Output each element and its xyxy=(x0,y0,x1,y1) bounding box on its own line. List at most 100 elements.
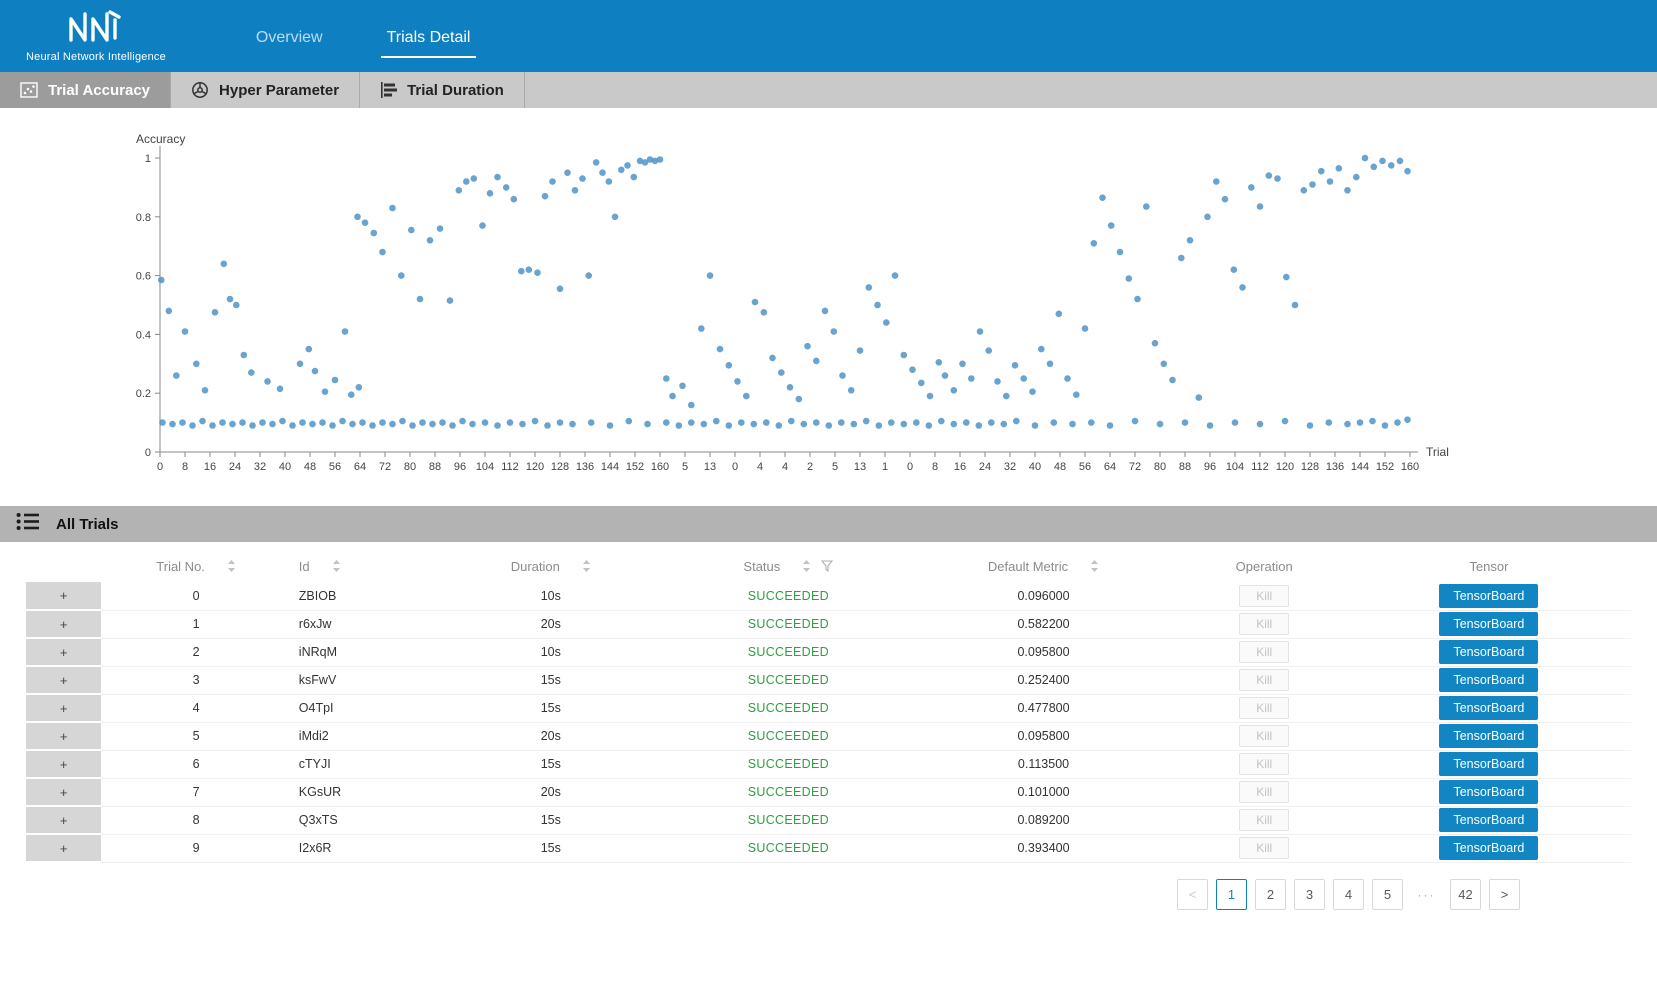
page-button-3[interactable]: 3 xyxy=(1294,879,1325,910)
expand-row-button[interactable]: + xyxy=(27,668,100,692)
trial-no-cell: 7 xyxy=(101,778,290,806)
svg-text:64: 64 xyxy=(354,461,366,473)
expand-cell: + xyxy=(26,694,101,722)
operation-cell: Kill xyxy=(1182,610,1347,638)
expand-row-button[interactable]: + xyxy=(27,808,100,832)
expand-cell: + xyxy=(26,582,101,610)
next-page-button[interactable]: > xyxy=(1489,879,1520,910)
page-button-1[interactable]: 1 xyxy=(1216,879,1247,910)
tensorboard-button[interactable]: TensorBoard xyxy=(1439,836,1538,860)
table-row: +2iNRqM10sSUCCEEDED0.095800KillTensorBoa… xyxy=(26,638,1631,666)
trial-id-cell: ZBIOB xyxy=(291,582,431,610)
main-nav: Overview Trials Detail xyxy=(250,0,477,72)
kill-button[interactable]: Kill xyxy=(1239,613,1289,635)
expand-row-button[interactable]: + xyxy=(27,640,100,664)
column-header-duration[interactable]: Duration xyxy=(430,550,671,582)
trial-id-cell: ksFwV xyxy=(291,666,431,694)
expand-row-button[interactable]: + xyxy=(27,780,100,804)
nni-trials-detail-page: { "header": { "logo_title": "Neural Netw… xyxy=(0,0,1657,984)
status-cell: SUCCEEDED xyxy=(671,666,905,694)
svg-text:13: 13 xyxy=(854,461,866,473)
svg-text:104: 104 xyxy=(476,461,494,473)
expand-cell: + xyxy=(26,722,101,750)
tensor-cell: TensorBoard xyxy=(1347,806,1631,834)
default-metric-cell: 0.089200 xyxy=(906,806,1182,834)
kill-button[interactable]: Kill xyxy=(1239,837,1289,859)
kill-button[interactable]: Kill xyxy=(1239,585,1289,607)
table-header-row: Trial No.IdDurationStatusDefault MetricO… xyxy=(26,550,1631,582)
svg-text:0.2: 0.2 xyxy=(136,388,151,400)
nav-item-overview[interactable]: Overview xyxy=(250,21,329,58)
kill-button[interactable]: Kill xyxy=(1239,753,1289,775)
table-row: +8Q3xTS15sSUCCEEDED0.089200KillTensorBoa… xyxy=(26,806,1631,834)
tensorboard-button[interactable]: TensorBoard xyxy=(1439,780,1538,804)
trial-id-cell: KGsUR xyxy=(291,778,431,806)
svg-text:144: 144 xyxy=(601,461,619,473)
sort-icon[interactable] xyxy=(582,559,591,573)
table-row: +1r6xJw20sSUCCEEDED0.582200KillTensorBoa… xyxy=(26,610,1631,638)
tensorboard-button[interactable]: TensorBoard xyxy=(1439,584,1538,608)
trial-no-cell: 8 xyxy=(101,806,290,834)
nav-item-trials-detail[interactable]: Trials Detail xyxy=(381,21,477,58)
svg-text:160: 160 xyxy=(651,461,669,473)
kill-button[interactable]: Kill xyxy=(1239,641,1289,663)
tensorboard-button[interactable]: TensorBoard xyxy=(1439,696,1538,720)
tensor-cell: TensorBoard xyxy=(1347,582,1631,610)
expand-cell: + xyxy=(26,778,101,806)
expand-row-button[interactable]: + xyxy=(27,752,100,776)
expand-row-button[interactable]: + xyxy=(27,696,100,720)
filter-icon[interactable] xyxy=(821,560,833,572)
default-metric-cell: 0.096000 xyxy=(906,582,1182,610)
accuracy-chart-section: AccuracyTrial00.20.40.60.810816243240485… xyxy=(0,108,1657,486)
tab-label: Hyper Parameter xyxy=(219,82,339,99)
operation-cell: Kill xyxy=(1182,666,1347,694)
table-row: +0ZBIOB10sSUCCEEDED0.096000KillTensorBoa… xyxy=(26,582,1631,610)
page-button-4[interactable]: 4 xyxy=(1333,879,1364,910)
expand-row-button[interactable]: + xyxy=(27,612,100,636)
svg-text:24: 24 xyxy=(229,461,241,473)
kill-button[interactable]: Kill xyxy=(1239,781,1289,803)
expand-row-button[interactable]: + xyxy=(27,836,100,860)
sort-icon[interactable] xyxy=(1090,559,1099,573)
kill-button[interactable]: Kill xyxy=(1239,669,1289,691)
kill-button[interactable]: Kill xyxy=(1239,697,1289,719)
svg-text:1: 1 xyxy=(882,461,888,473)
expand-row-button[interactable]: + xyxy=(27,724,100,748)
kill-button[interactable]: Kill xyxy=(1239,809,1289,831)
expand-row-button[interactable]: + xyxy=(27,583,100,608)
tensorboard-button[interactable]: TensorBoard xyxy=(1439,640,1538,664)
sort-icon[interactable] xyxy=(802,559,811,573)
svg-text:104: 104 xyxy=(1226,461,1244,473)
tab-trial-accuracy[interactable]: Trial Accuracy xyxy=(0,72,171,108)
column-header-status[interactable]: Status xyxy=(671,550,905,582)
status-cell: SUCCEEDED xyxy=(671,778,905,806)
kill-button[interactable]: Kill xyxy=(1239,725,1289,747)
column-header-operation: Operation xyxy=(1182,550,1347,582)
column-header-default-metric[interactable]: Default Metric xyxy=(906,550,1182,582)
nni-logo-block: Neural Network Intelligence xyxy=(26,9,166,63)
trial-no-cell: 6 xyxy=(101,750,290,778)
column-header-trial-no-[interactable]: Trial No. xyxy=(101,550,290,582)
tensorboard-button[interactable]: TensorBoard xyxy=(1439,752,1538,776)
page-ellipsis[interactable]: ··· xyxy=(1411,888,1442,902)
prev-page-button[interactable]: < xyxy=(1177,879,1208,910)
tensorboard-button[interactable]: TensorBoard xyxy=(1439,808,1538,832)
tensorboard-button[interactable]: TensorBoard xyxy=(1439,668,1538,692)
page-button-2[interactable]: 2 xyxy=(1255,879,1286,910)
page-button-5[interactable]: 5 xyxy=(1372,879,1403,910)
column-header-id[interactable]: Id xyxy=(291,550,431,582)
tensorboard-button[interactable]: TensorBoard xyxy=(1439,612,1538,636)
operation-cell: Kill xyxy=(1182,750,1347,778)
expand-cell: + xyxy=(26,638,101,666)
sort-icon[interactable] xyxy=(227,559,236,573)
svg-text:56: 56 xyxy=(329,461,341,473)
view-subtabs: Trial Accuracy Hyper Parameter Trial Dur… xyxy=(0,72,1657,108)
page-button-42[interactable]: 42 xyxy=(1450,879,1481,910)
svg-text:4: 4 xyxy=(782,461,788,473)
tensorboard-button[interactable]: TensorBoard xyxy=(1439,724,1538,748)
sort-icon[interactable] xyxy=(332,559,341,573)
trial-no-cell: 3 xyxy=(101,666,290,694)
tab-hyper-parameter[interactable]: Hyper Parameter xyxy=(171,72,360,108)
nni-logo-icon xyxy=(67,9,125,48)
tab-trial-duration[interactable]: Trial Duration xyxy=(360,72,525,108)
